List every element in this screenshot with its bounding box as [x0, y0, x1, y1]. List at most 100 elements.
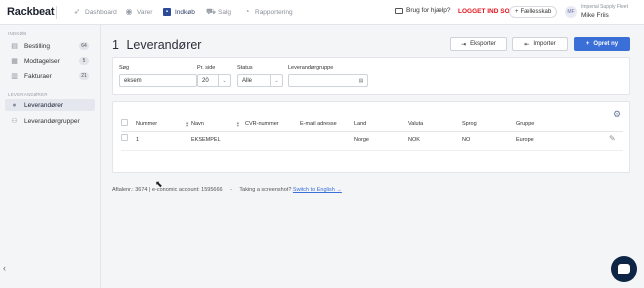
agreement-info: Aftalenr.: 3674 | e-conomic account: 159… [112, 187, 223, 193]
screenshot-prompt: Taking a screenshot? [239, 187, 292, 193]
page-title-text: Leverandører [126, 38, 202, 52]
edit-icon[interactable]: ✎ [609, 134, 616, 143]
receipt-icon: ▦ [11, 57, 18, 65]
logo-divider [56, 6, 57, 19]
nav-salg-label: Salg [218, 8, 232, 16]
company-name: Imperial Supply Fleet [581, 4, 628, 10]
column-header-name[interactable]: Navn ▲ ▼ [191, 120, 240, 128]
export-button[interactable]: ⇥ Eksporter [450, 37, 507, 51]
nav-dashboard[interactable]: ➶ Dashboard [70, 5, 120, 19]
sidebar-item-leverandorer[interactable]: ● Leverandører [5, 99, 95, 111]
sidebar-item-label: Leverandører [24, 101, 64, 109]
sidebar-item-leverandorgrupper[interactable]: ⚇ Leverandørgrupper [5, 115, 95, 127]
shared-label: Fællesskab [520, 9, 552, 15]
sort-icon: ▲ ▼ [185, 120, 190, 128]
avatar[interactable]: MF [565, 6, 577, 18]
create-new-label: Opret ny [593, 41, 619, 47]
cell-language: NO [462, 137, 471, 143]
nav-salg[interactable]: ⛟ Salg [203, 5, 234, 19]
column-label: Navn [191, 121, 204, 127]
filter-panel: Søg eksem Pr. side 20 ⌄ Status Alle ⌄ Le… [112, 57, 630, 95]
status-label: Status [237, 65, 253, 71]
column-label: Nummer [136, 121, 158, 127]
gear-icon[interactable]: ⚙ [613, 109, 621, 120]
rocket-icon: ➶ [73, 7, 81, 16]
count-badge: 64 [79, 42, 89, 50]
cell-country: Norge [354, 137, 369, 143]
invoice-icon: ▥ [11, 72, 18, 80]
count-badge: 21 [79, 72, 89, 80]
purchase-icon: ▪ [163, 8, 171, 16]
per-page-select[interactable]: 20 ⌄ [197, 74, 231, 87]
import-icon: ⇤ [524, 41, 530, 48]
cell-currency: NOK [408, 137, 420, 143]
export-label: Eksporter [470, 41, 496, 47]
brand-logo[interactable]: Rackbeat [7, 6, 55, 18]
create-new-button[interactable]: + Opret ny [574, 37, 630, 51]
sidebar-item-label: Leverandørgrupper [24, 117, 80, 125]
chat-launcher-button[interactable] [611, 256, 637, 282]
collapse-sidebar-icon[interactable]: ‹ [3, 263, 6, 273]
chat-icon [395, 7, 403, 14]
sort-icon: ▲ ▼ [235, 120, 240, 128]
column-header-language[interactable]: Sprog [462, 121, 477, 127]
column-header-country[interactable]: Land [354, 121, 366, 127]
help-link[interactable]: Brug for hjælp? [395, 7, 450, 14]
import-button[interactable]: ⇤ Importer [512, 37, 568, 51]
top-bar: Rackbeat ➶ Dashboard ◉ Varer ▪ Indkøb ⛟ … [0, 0, 644, 25]
sidebar-item-label: Fakturaer [24, 72, 52, 80]
column-header-cvr[interactable]: CVR-nummer [245, 121, 279, 127]
search-label: Søg [119, 65, 130, 71]
mouse-cursor-icon: ⬉ [155, 179, 163, 189]
cell-group: Europe [516, 137, 534, 143]
nav-dashboard-label: Dashboard [85, 8, 117, 16]
row-checkbox[interactable] [121, 134, 128, 141]
per-page-label: Pr. side [197, 65, 216, 71]
page-title: 1 Leverandører [112, 38, 201, 52]
sidebar-item-fakturaer[interactable]: ▥ Fakturaer 21 [5, 70, 95, 82]
page-footer: Aftalenr.: 3674 | e-conomic account: 159… [112, 187, 342, 193]
nav-rapportering[interactable]: ◔ Rapportering [240, 5, 296, 19]
nav-varer[interactable]: ◉ Varer [122, 5, 155, 19]
column-header-number[interactable]: Nummer ▲ ▼ [136, 120, 190, 128]
header-divider [121, 131, 623, 132]
status-select[interactable]: Alle ⌄ [237, 74, 283, 87]
search-value: eksem [124, 77, 142, 84]
search-input[interactable]: eksem [119, 74, 197, 87]
box-icon: ◉ [125, 7, 133, 16]
shared-button[interactable]: + Fællesskab [509, 6, 558, 18]
column-header-email[interactable]: E-mail adresse [300, 121, 337, 127]
column-header-currency[interactable]: Valuta [408, 121, 423, 127]
group-label: Leverandørgruppe [288, 65, 334, 71]
nav-indkob[interactable]: ▪ Indkøb [160, 5, 198, 19]
nav-rapportering-label: Rapportering [255, 8, 293, 16]
nav-varer-label: Varer [137, 8, 153, 16]
suppliers-table: ⚙ Nummer ▲ ▼ Navn ▲ ▼ CVR-nummer E-mail ad… [112, 101, 630, 173]
cell-number[interactable]: 1 [136, 137, 139, 143]
cell-name[interactable]: EKSEMPEL [191, 137, 221, 143]
order-icon: ▤ [11, 42, 18, 50]
sidebar-section-purchase: INDKØB [8, 31, 27, 36]
users-icon: ⚇ [11, 117, 18, 125]
footer-dash: - [230, 187, 232, 193]
column-header-group[interactable]: Gruppe [516, 121, 534, 127]
row-divider [121, 150, 623, 151]
chat-bubble-icon [618, 264, 630, 274]
select-all-checkbox[interactable] [121, 119, 128, 126]
switch-language-link[interactable]: Switch to English → [293, 187, 342, 193]
chevron-down-icon: ⌄ [218, 75, 230, 86]
sidebar: INDKØB ▤ Bestilling 64 ▦ Modtagelser 5 ▥… [0, 25, 101, 288]
sidebar-section-suppliers: LEVERANDØRER [8, 92, 48, 97]
plus-icon: + [515, 9, 519, 15]
export-icon: ⇥ [461, 41, 467, 48]
per-page-value: 20 [202, 77, 209, 84]
chart-icon: ◔ [244, 7, 250, 16]
sidebar-item-modtagelser[interactable]: ▦ Modtagelser 5 [5, 55, 95, 67]
user-name[interactable]: Mike Friis [581, 12, 609, 19]
sidebar-item-label: Bestilling [24, 42, 51, 50]
import-label: Importer [533, 41, 556, 47]
group-select[interactable]: ▤ [288, 74, 368, 87]
sidebar-item-label: Modtagelser [24, 57, 60, 65]
logged-in-as[interactable]: LOGGET IND SOM [458, 8, 515, 15]
sidebar-item-bestilling[interactable]: ▤ Bestilling 64 [5, 40, 95, 52]
